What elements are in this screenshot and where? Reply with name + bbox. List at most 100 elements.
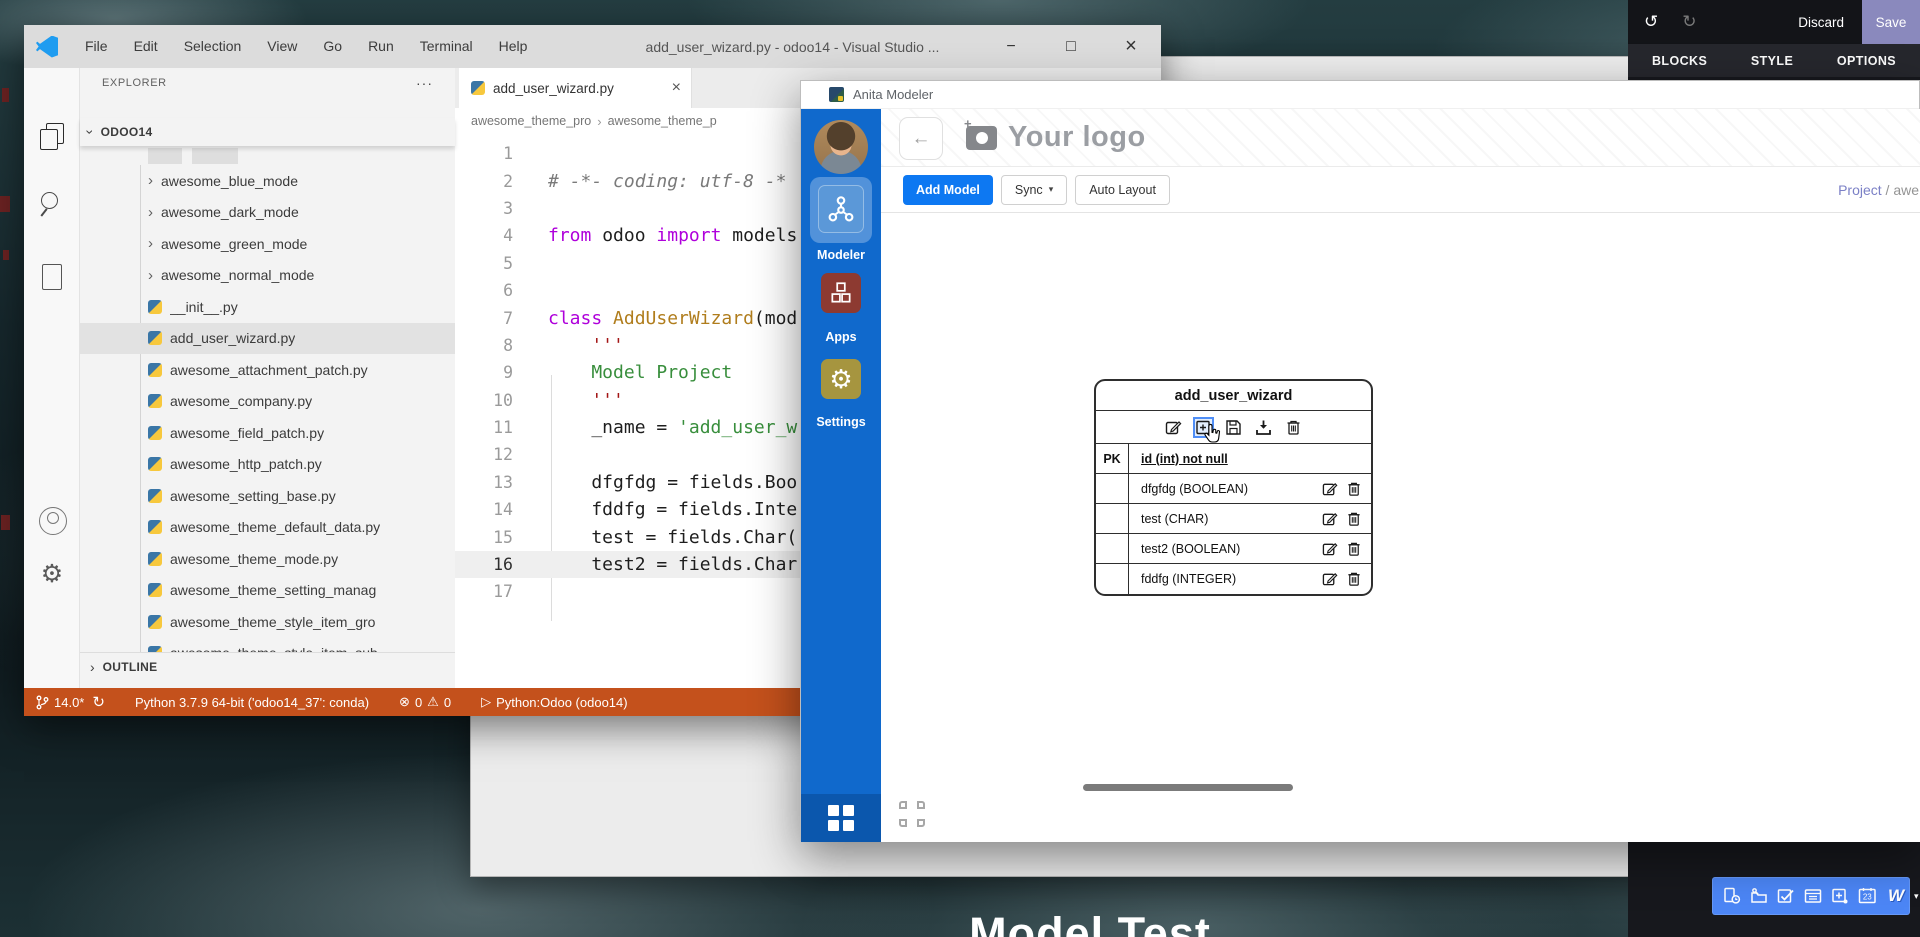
logo-placeholder[interactable]: Your logo	[966, 121, 1146, 154]
add-model-button[interactable]: Add Model	[903, 175, 993, 205]
tab-style[interactable]: STYLE	[1751, 54, 1793, 68]
download-icon[interactable]	[1255, 419, 1272, 436]
sidebar-label-apps[interactable]: Apps	[801, 330, 881, 344]
back-button[interactable]: ←	[899, 117, 943, 160]
sidebar-item-apps[interactable]	[821, 273, 861, 313]
explorer-item[interactable]: ›awesome_attachment_patch.py	[80, 354, 455, 386]
sync-icon[interactable]: ↻	[92, 693, 105, 711]
explorer-item[interactable]: ›awesome_setting_base.py	[80, 480, 455, 512]
menubar: FileEditSelectionViewGoRunTerminalHelp	[72, 25, 540, 68]
sidebar-item-modeler[interactable]	[818, 185, 864, 233]
chevron-down-icon[interactable]: ▾	[1914, 891, 1919, 902]
explorer-item[interactable]: ›__init__.py	[80, 291, 455, 323]
tab-blocks[interactable]: BLOCKS	[1652, 54, 1707, 68]
redo-icon[interactable]: ↻	[1682, 12, 1696, 32]
maximize-button[interactable]: □	[1041, 25, 1101, 68]
sidebar-footer[interactable]	[801, 794, 881, 842]
modeler-breadcrumb[interactable]: Project / awe	[1838, 182, 1919, 198]
pk-row[interactable]: PK id (int) not null	[1096, 444, 1371, 474]
entity-field-row[interactable]: test (CHAR)	[1096, 504, 1371, 534]
w-logo[interactable]: W	[1888, 886, 1904, 906]
menu-go[interactable]: Go	[310, 25, 355, 68]
menu-help[interactable]: Help	[486, 25, 541, 68]
more-actions-icon[interactable]: ···	[416, 75, 433, 91]
entity-field-row[interactable]: test2 (BOOLEAN)	[1096, 534, 1371, 564]
horizontal-scrollbar[interactable]	[1083, 784, 1293, 791]
gear-icon[interactable]: ⚙	[38, 560, 66, 588]
entity-field-row[interactable]: fddfg (INTEGER)	[1096, 564, 1371, 594]
launcher-item[interactable]: ▷ Python:Odoo (odoo14)	[481, 694, 628, 710]
edit-icon[interactable]	[1322, 571, 1338, 587]
delete-icon[interactable]	[1346, 481, 1362, 497]
entity-table-add-user-wizard[interactable]: add_user_wizard PK id (int) not null dfg…	[1094, 379, 1373, 596]
entity-title[interactable]: add_user_wizard	[1096, 381, 1371, 411]
entity-field-row[interactable]: dfgfdg (BOOLEAN)	[1096, 474, 1371, 504]
calendar-lines-icon[interactable]	[1804, 887, 1822, 905]
menu-view[interactable]: View	[254, 25, 310, 68]
code-text: fddfg = fields.Inte	[513, 499, 797, 520]
explorer-item[interactable]: ›awesome_http_patch.py	[80, 449, 455, 481]
minimize-button[interactable]: −	[981, 25, 1041, 68]
diagram-canvas[interactable]: add_user_wizard PK id (int) not null dfg…	[881, 213, 1920, 842]
workspace-root[interactable]: › ODOO14	[80, 118, 455, 146]
explorer-item[interactable]: ›awesome_company.py	[80, 386, 455, 418]
explorer-item[interactable]: ›awesome_theme_style_item_gro	[80, 606, 455, 638]
menu-terminal[interactable]: Terminal	[407, 25, 486, 68]
vscode-titlebar[interactable]: FileEditSelectionViewGoRunTerminalHelp a…	[24, 25, 1161, 68]
folder-key-icon[interactable]	[1750, 887, 1768, 905]
menu-selection[interactable]: Selection	[171, 25, 255, 68]
warning-icon: ⚠	[427, 694, 439, 710]
edit-icon[interactable]	[1322, 541, 1338, 557]
delete-icon[interactable]	[1285, 419, 1302, 436]
delete-icon[interactable]	[1346, 541, 1362, 557]
save-button[interactable]: Save	[1862, 0, 1920, 44]
outline-section[interactable]: › OUTLINE	[80, 652, 455, 680]
delete-icon[interactable]	[1346, 571, 1362, 587]
explorer-item[interactable]: ›awesome_green_mode	[80, 228, 455, 260]
explorer-item[interactable]: ›awesome_field_patch.py	[80, 417, 455, 449]
fullscreen-icon[interactable]	[899, 801, 925, 827]
edit-icon[interactable]	[1165, 419, 1182, 436]
avatar[interactable]	[814, 120, 868, 174]
auto-layout-button[interactable]: Auto Layout	[1075, 175, 1170, 205]
edit-icon[interactable]	[1322, 481, 1338, 497]
document-icon[interactable]	[38, 264, 66, 292]
sidebar-label-settings[interactable]: Settings	[801, 415, 881, 429]
explorer-item[interactable]: ›awesome_theme_default_data.py	[80, 512, 455, 544]
explorer-item[interactable]: ›awesome_dark_mode	[80, 197, 455, 229]
field-name: fddfg (INTEGER)	[1129, 564, 1236, 594]
sidebar-item-settings[interactable]: ⚙	[821, 359, 861, 399]
undo-icon[interactable]: ↺	[1644, 12, 1658, 32]
doc-clock-icon[interactable]	[1723, 887, 1741, 905]
menu-edit[interactable]: Edit	[121, 25, 171, 68]
camera-icon	[966, 126, 997, 150]
explorer-item[interactable]: ›awesome_theme_style_item_sub	[80, 638, 455, 653]
account-icon[interactable]	[38, 506, 66, 534]
menu-run[interactable]: Run	[355, 25, 407, 68]
close-button[interactable]: ×	[1101, 25, 1161, 68]
explorer-item[interactable]: ›awesome_theme_mode.py	[80, 543, 455, 575]
calendar-23-icon[interactable]: 23	[1858, 887, 1877, 905]
explorer-item[interactable]: ›awesome_theme_setting_manag	[80, 575, 455, 607]
close-tab-icon[interactable]: ×	[672, 79, 681, 97]
problems-item[interactable]: ⊗ 0 ⚠ 0	[399, 694, 451, 710]
git-branch-item[interactable]: 14.0*	[36, 695, 84, 710]
edit-icon[interactable]	[1322, 511, 1338, 527]
sync-button[interactable]: Sync ▾	[1001, 175, 1067, 205]
delete-icon[interactable]	[1346, 511, 1362, 527]
tab-options[interactable]: OPTIONS	[1837, 54, 1896, 68]
modeler-titlebar[interactable]: Anita Modeler	[801, 81, 1919, 109]
python-interpreter[interactable]: Python 3.7.9 64-bit ('odoo14_37': conda)	[135, 695, 369, 710]
tab-add-user-wizard[interactable]: add_user_wizard.py ×	[459, 68, 692, 108]
menu-file[interactable]: File	[72, 25, 121, 68]
search-icon[interactable]	[38, 190, 66, 218]
explorer-item[interactable]: ›awesome_blue_mode	[80, 165, 455, 197]
sidebar-label-modeler[interactable]: Modeler	[801, 248, 881, 262]
checkbox-icon[interactable]	[1777, 887, 1795, 905]
save-icon[interactable]	[1225, 419, 1242, 436]
discard-button[interactable]: Discard	[1798, 15, 1844, 30]
plus-square-icon[interactable]	[1831, 887, 1849, 905]
explorer-item[interactable]: ›add_user_wizard.py	[80, 323, 455, 355]
explorer-item[interactable]: ›awesome_normal_mode	[80, 260, 455, 292]
explorer-icon[interactable]	[38, 123, 66, 151]
